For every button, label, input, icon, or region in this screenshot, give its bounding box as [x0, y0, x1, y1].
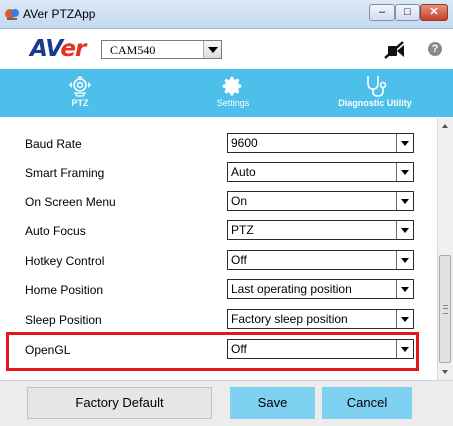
setting-label: Smart Framing — [25, 166, 105, 180]
chevron-down-icon — [396, 192, 413, 210]
setting-label: Home Position — [25, 283, 104, 297]
setting-label: On Screen Menu — [25, 195, 116, 209]
select-value: Auto — [231, 165, 256, 179]
close-icon: ✕ — [429, 6, 439, 18]
minimize-button[interactable]: – — [369, 4, 395, 21]
chevron-down-icon — [396, 280, 413, 298]
minimize-icon: – — [378, 6, 386, 18]
gear-icon — [222, 76, 242, 96]
scroll-down-arrow-icon[interactable] — [438, 364, 453, 380]
setting-label: Sleep Position — [25, 313, 102, 327]
on-screen-menu-select[interactable]: On — [227, 191, 414, 211]
select-value: Factory sleep position — [231, 312, 348, 326]
tab-settings[interactable]: Settings — [188, 69, 278, 117]
scroll-up-arrow-icon[interactable] — [438, 118, 453, 134]
setting-row-home-position: Home Position Last operating position — [0, 275, 436, 305]
action-bar: Factory Default Save Cancel — [0, 380, 453, 426]
home-position-select[interactable]: Last operating position — [227, 279, 414, 299]
setting-label: Hotkey Control — [25, 254, 105, 268]
settings-scrollbar[interactable] — [437, 118, 453, 380]
maximize-icon: □ — [404, 6, 411, 18]
setting-row-on-screen-menu: On Screen Menu On — [0, 187, 436, 217]
opengl-highlight-box — [6, 332, 419, 371]
setting-row-smart-framing: Smart Framing Auto — [0, 158, 436, 188]
chevron-down-icon — [396, 251, 413, 269]
select-value: On — [231, 194, 248, 208]
chevron-down-icon — [396, 221, 413, 239]
app-icon — [5, 9, 19, 20]
window-title: AVer PTZApp — [23, 7, 96, 21]
setting-row-baud-rate: Baud Rate 9600 — [0, 129, 436, 159]
camera-select[interactable]: CAM540 — [101, 40, 222, 59]
close-button[interactable]: ✕ — [420, 4, 448, 21]
select-value: Off — [231, 253, 247, 267]
tab-diagnostic-label: Diagnostic Utility — [338, 98, 412, 108]
tab-ptz[interactable]: PTZ — [40, 69, 120, 117]
chevron-down-icon — [203, 41, 221, 58]
sleep-position-select[interactable]: Factory sleep position — [227, 309, 414, 329]
select-value: PTZ — [231, 223, 254, 237]
factory-default-button[interactable]: Factory Default — [27, 387, 212, 419]
window-titlebar[interactable]: AVer PTZApp – □ ✕ — [0, 0, 453, 29]
help-icon[interactable]: ? — [428, 42, 442, 56]
tab-bar: PTZ Settings Diagnostic Utility — [0, 69, 453, 117]
select-value: 9600 — [231, 136, 258, 150]
tab-diagnostic-utility[interactable]: Diagnostic Utility — [320, 69, 430, 117]
ptz-camera-icon — [69, 76, 91, 97]
chevron-down-icon — [396, 310, 413, 328]
microphone-off-icon[interactable] — [382, 41, 406, 59]
maximize-button[interactable]: □ — [395, 4, 420, 21]
baud-rate-select[interactable]: 9600 — [227, 133, 414, 153]
setting-row-hotkey-control: Hotkey Control Off — [0, 246, 436, 276]
aver-logo: AVer — [30, 36, 86, 62]
select-value: Last operating position — [231, 282, 352, 296]
scrollbar-thumb[interactable] — [439, 255, 451, 363]
save-button[interactable]: Save — [230, 387, 315, 419]
tab-settings-label: Settings — [216, 98, 250, 108]
cancel-button[interactable]: Cancel — [322, 387, 412, 419]
setting-label: Baud Rate — [25, 137, 82, 151]
tab-ptz-label: PTZ — [71, 98, 89, 108]
auto-focus-select[interactable]: PTZ — [227, 220, 414, 240]
smart-framing-select[interactable]: Auto — [227, 162, 414, 182]
camera-select-value: CAM540 — [110, 43, 156, 57]
stethoscope-icon — [367, 76, 387, 97]
setting-row-sleep-position: Sleep Position Factory sleep position — [0, 305, 436, 335]
setting-row-auto-focus: Auto Focus PTZ — [0, 216, 436, 246]
grip-icon — [443, 305, 448, 314]
chevron-down-icon — [396, 134, 413, 152]
hotkey-control-select[interactable]: Off — [227, 250, 414, 270]
chevron-down-icon — [396, 163, 413, 181]
setting-label: Auto Focus — [25, 224, 86, 238]
header-bar: AVer CAM540 ? — [0, 29, 453, 69]
